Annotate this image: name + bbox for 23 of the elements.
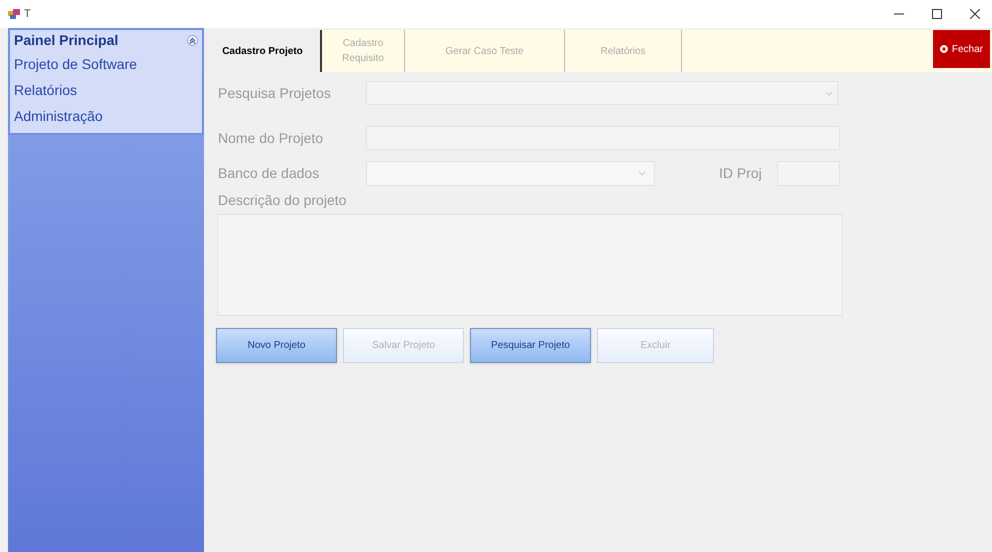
action-button[interactable]: Novo Projeto <box>216 328 337 363</box>
search-dropdown[interactable] <box>366 81 838 105</box>
field-label: ID Proj <box>719 164 763 183</box>
tab[interactable]: Cadastro Projeto <box>205 30 322 72</box>
dropdown-icon <box>638 170 646 176</box>
dropdown-icon <box>825 90 833 96</box>
close-icon[interactable] <box>970 9 980 19</box>
sidebar-item[interactable]: Relatórios <box>14 77 202 103</box>
field-label: Banco de dados <box>218 164 320 182</box>
field-label: Nome do Projeto <box>218 128 324 148</box>
collapse-icon[interactable] <box>187 35 198 46</box>
field-label: Pesquisa Projetos <box>218 84 332 103</box>
action-button[interactable]: Pesquisar Projeto <box>470 328 591 363</box>
app-icon <box>8 9 20 19</box>
close-button[interactable]: Fechar <box>933 30 990 68</box>
sidebar-header[interactable]: Painel Principal <box>14 30 118 51</box>
maximize-icon[interactable] <box>932 9 942 19</box>
database-dropdown[interactable] <box>366 160 655 186</box>
field-label: Descrição do projeto <box>218 191 348 210</box>
sidebar-item[interactable]: Administração <box>14 103 202 129</box>
sidebar-item[interactable]: Projeto de Software <box>14 51 202 77</box>
close-circle-icon <box>940 43 948 55</box>
window-title: T <box>24 6 31 22</box>
